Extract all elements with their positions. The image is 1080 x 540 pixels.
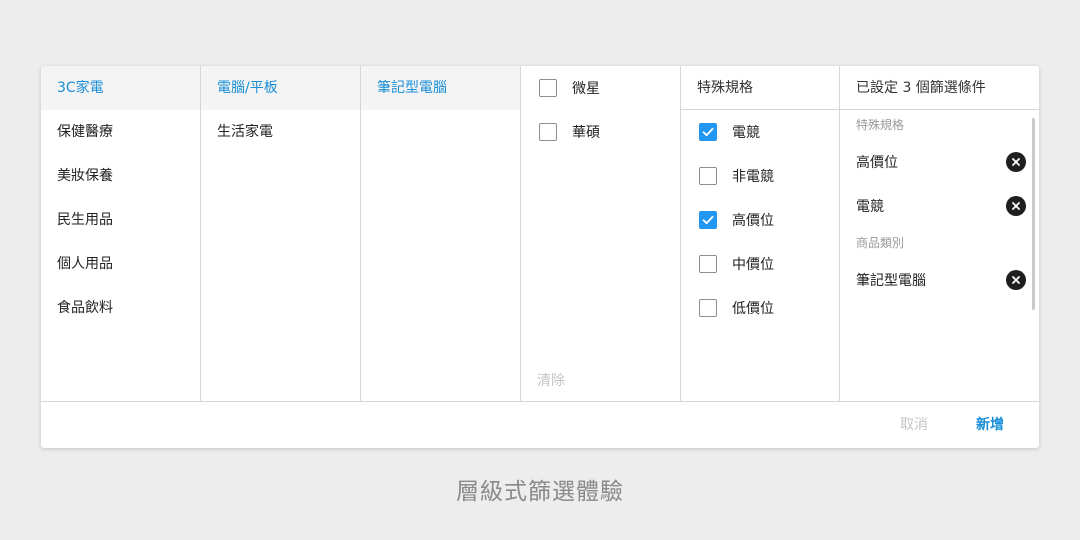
spec-option-label: 非電競 — [732, 169, 774, 185]
category-item-health[interactable]: 保健醫療 — [41, 110, 200, 154]
selected-filter-label: 筆記型電腦 — [856, 273, 926, 289]
spec-column-header: 特殊規格 — [681, 66, 839, 110]
checkbox[interactable] — [699, 167, 717, 185]
category-item-appliance[interactable]: 生活家電 — [201, 110, 360, 154]
spec-option-label: 中價位 — [732, 257, 774, 273]
checkbox-checked[interactable] — [699, 123, 717, 141]
category-level2-column: 電腦/平板 生活家電 — [201, 66, 361, 401]
spec-option-low-price[interactable]: 低價位 — [681, 286, 839, 330]
category-item-beauty[interactable]: 美妝保養 — [41, 154, 200, 198]
spec-option-label: 電競 — [732, 125, 760, 141]
checkbox[interactable] — [699, 299, 717, 317]
spec-option-high-price[interactable]: 高價位 — [681, 198, 839, 242]
scrollbar[interactable] — [1032, 118, 1035, 310]
brand-option-msi[interactable]: 微星 — [521, 66, 680, 110]
selected-filters-column: 已設定 3 個篩選條件 特殊規格 高價位 電競 商品類別 筆記型電腦 — [840, 66, 1039, 401]
checkbox[interactable] — [539, 123, 557, 141]
spec-option-gaming[interactable]: 電競 — [681, 110, 839, 154]
selected-filter-item: 筆記型電腦 — [840, 258, 1039, 302]
category-level1-column: 3C家電 保健醫療 美妝保養 民生用品 個人用品 食品飲料 — [41, 66, 201, 401]
check-icon — [702, 215, 714, 225]
selected-group-title: 商品類別 — [856, 236, 905, 250]
selected-filter-item: 高價位 — [840, 140, 1039, 184]
clear-button[interactable]: 清除 — [537, 370, 565, 390]
spec-option-label: 低價位 — [732, 301, 774, 317]
brand-option-label: 華碩 — [572, 125, 600, 141]
checkbox-checked[interactable] — [699, 211, 717, 229]
close-circle-icon[interactable] — [1006, 270, 1026, 290]
category-item-computer[interactable]: 電腦/平板 — [201, 66, 360, 110]
selected-group-title: 特殊規格 — [856, 118, 905, 132]
close-circle-icon[interactable] — [1006, 196, 1026, 216]
cancel-button[interactable]: 取消 — [900, 402, 928, 448]
spec-column: 特殊規格 電競 非電競 高價位 中價位 低價位 — [681, 66, 840, 401]
page-caption: 層級式篩選體驗 — [456, 479, 624, 505]
selected-filter-label: 高價位 — [856, 155, 898, 171]
spec-option-mid-price[interactable]: 中價位 — [681, 242, 839, 286]
selected-filter-label: 電競 — [856, 199, 884, 215]
filter-panel: 3C家電 保健醫療 美妝保養 民生用品 個人用品 食品飲料 電腦/平板 生活家電… — [41, 66, 1039, 448]
category-item-laptop[interactable]: 筆記型電腦 — [361, 66, 520, 110]
check-icon — [702, 127, 714, 137]
category-level3-column: 筆記型電腦 — [361, 66, 521, 401]
filter-columns: 3C家電 保健醫療 美妝保養 民生用品 個人用品 食品飲料 電腦/平板 生活家電… — [41, 66, 1039, 402]
category-item-3c[interactable]: 3C家電 — [41, 66, 200, 110]
add-button[interactable]: 新增 — [976, 402, 1004, 448]
category-item-food[interactable]: 食品飲料 — [41, 286, 200, 330]
checkbox[interactable] — [539, 79, 557, 97]
spec-option-non-gaming[interactable]: 非電競 — [681, 154, 839, 198]
spec-option-label: 高價位 — [732, 213, 774, 229]
panel-footer: 取消 新增 — [41, 402, 1039, 448]
selected-filters-header: 已設定 3 個篩選條件 — [840, 66, 1039, 110]
category-item-daily[interactable]: 民生用品 — [41, 198, 200, 242]
brand-option-label: 微星 — [572, 81, 600, 97]
selected-filter-item: 電競 — [840, 184, 1039, 228]
brand-column: 微星 華碩 清除 — [521, 66, 681, 401]
close-circle-icon[interactable] — [1006, 152, 1026, 172]
checkbox[interactable] — [699, 255, 717, 273]
category-item-personal[interactable]: 個人用品 — [41, 242, 200, 286]
brand-option-asus[interactable]: 華碩 — [521, 110, 680, 154]
selected-filters-list: 特殊規格 高價位 電競 商品類別 筆記型電腦 — [840, 110, 1039, 400]
